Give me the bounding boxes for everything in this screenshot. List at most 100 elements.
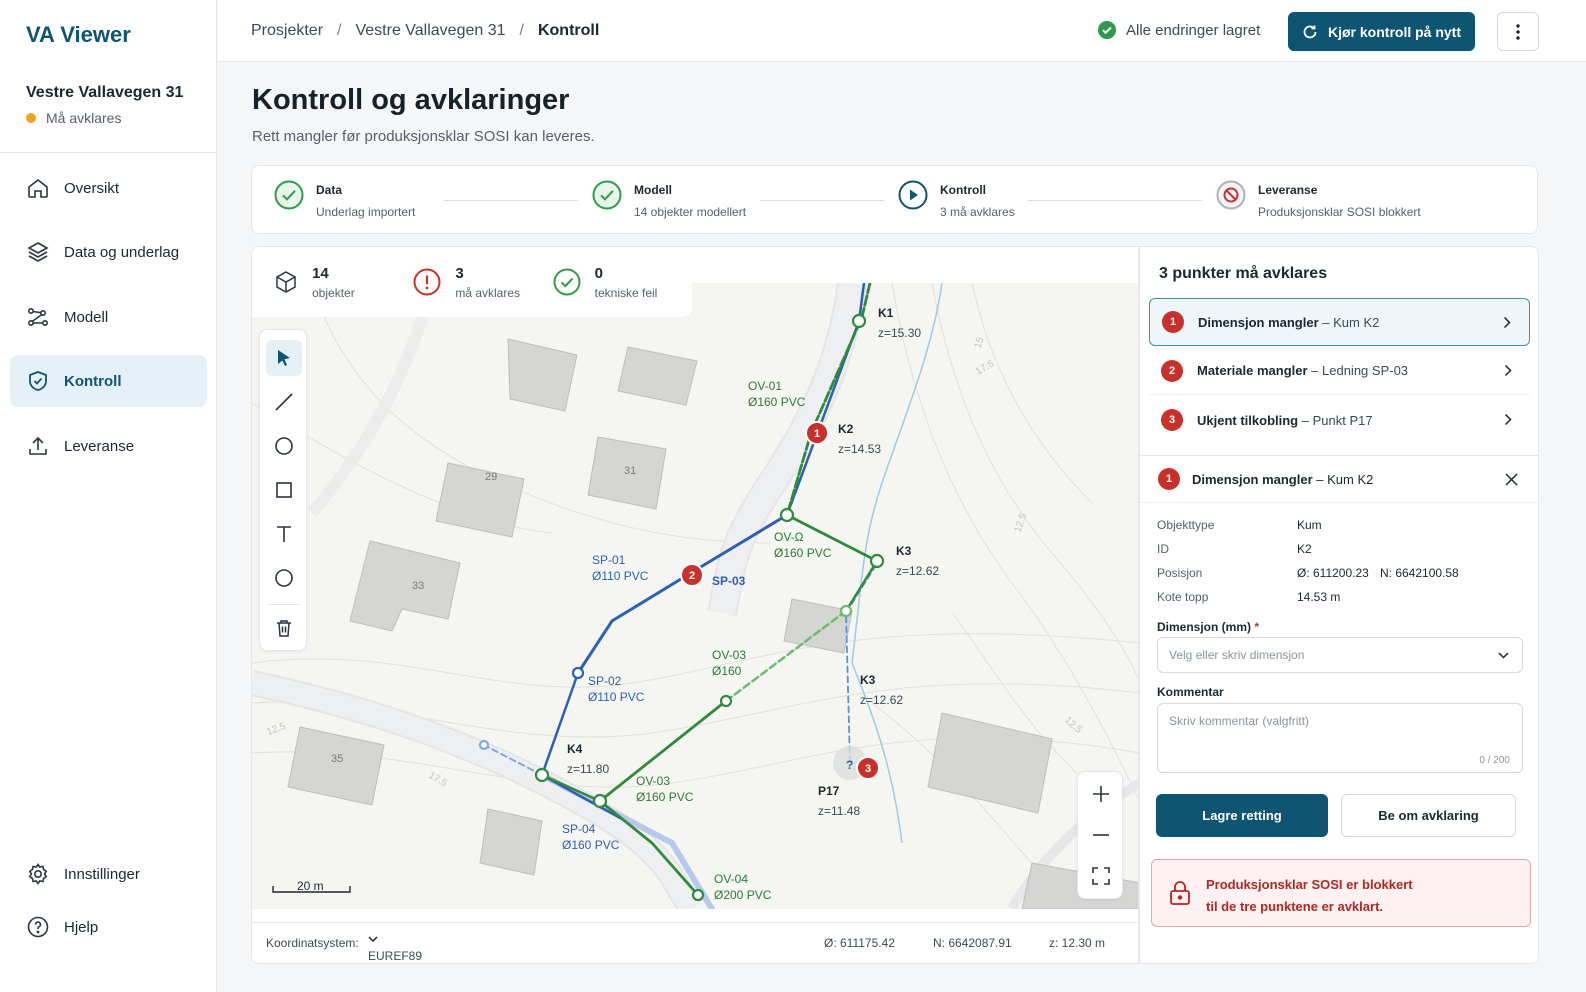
issue-item-3[interactable]: 3 Ukjent tilkobling – Punkt P17 xyxy=(1149,396,1530,444)
fullscreen-button[interactable] xyxy=(1078,856,1124,896)
comment-input[interactable]: Skriv kommentar (valgfritt) 0 / 200 xyxy=(1157,703,1523,773)
zoom-in-button[interactable] xyxy=(1078,774,1124,814)
nav-item-modell[interactable]: Modell xyxy=(10,291,207,343)
scale-label: 20 m xyxy=(297,879,324,893)
issue-marker-label: 1 xyxy=(814,428,820,440)
step-title: Kontroll xyxy=(940,183,986,197)
nav-item-hjelp[interactable]: Hjelp xyxy=(10,901,207,953)
node-k4[interactable] xyxy=(534,767,550,783)
alert-line-1: Produksjonsklar SOSI er blokkert xyxy=(1206,877,1413,892)
stat-label: tekniske feil xyxy=(594,285,658,300)
delete-tool[interactable] xyxy=(266,610,302,646)
dimension-label-text: Dimensjon (mm) xyxy=(1157,620,1252,634)
node-ov03[interactable] xyxy=(719,694,733,708)
detail-header: 1 Dimensjon mangler – Kum K2 xyxy=(1140,455,1538,503)
node-sp02[interactable] xyxy=(571,666,585,680)
breadcrumb: Prosjekter / Vestre Vallavegen 31 / Kont… xyxy=(251,22,599,40)
field-key: ID xyxy=(1157,542,1169,556)
node-ovq[interactable] xyxy=(779,507,795,523)
label-ov01: OV-01 xyxy=(748,379,782,393)
node-ov03b[interactable] xyxy=(592,793,608,809)
circle-icon xyxy=(275,437,293,455)
step-title: Modell xyxy=(634,183,672,197)
detail-title: Dimensjon mangler xyxy=(1192,471,1313,487)
home-icon xyxy=(28,178,48,198)
field-value: Ø: 611200.23 xyxy=(1297,566,1369,580)
contour-label: 17.5 xyxy=(427,770,450,789)
nav-item-leveranse[interactable]: Leveranse xyxy=(10,420,207,472)
issue-item-1[interactable]: 1 Dimensjon mangler – Kum K2 xyxy=(1149,298,1530,346)
project-status-label: Må avklares xyxy=(46,110,122,126)
crs-select[interactable]: EUREF89 / UTM sone 32 xyxy=(368,936,422,963)
nav-item-innstillinger[interactable]: Innstillinger xyxy=(10,848,207,900)
issue-marker-label: 2 xyxy=(689,570,695,582)
point-tool[interactable] xyxy=(266,560,302,596)
label-sp02d: Ø110 PVC xyxy=(588,690,645,704)
comment-placeholder: Skriv kommentar (valgfritt) xyxy=(1169,714,1310,728)
map-canvas[interactable]: 29 31 33 35 15 12.5 12.5 17.5 12.5 17.5 xyxy=(252,283,1138,909)
close-icon[interactable] xyxy=(1505,473,1518,486)
chevron-right-icon xyxy=(1503,316,1511,329)
rerun-check-button[interactable]: Kjør kontroll på nytt xyxy=(1288,12,1475,51)
select-tool[interactable] xyxy=(266,340,302,376)
field-key: Posisjon xyxy=(1157,566,1203,580)
step-sub: Underlag importert xyxy=(316,205,416,219)
app-logo[interactable]: VA Viewer xyxy=(26,22,131,48)
minus-icon xyxy=(1093,834,1109,836)
contour-label: 12.5 xyxy=(1062,715,1084,736)
nav-item-kontroll[interactable]: Kontroll xyxy=(10,355,207,407)
project-status: Må avklares xyxy=(26,110,183,126)
pointer-icon xyxy=(278,350,290,366)
label-k3: K3 xyxy=(896,544,912,558)
sidebar: VA Viewer Vestre Vallavegen 31 Må avklar… xyxy=(0,0,217,992)
node-k3[interactable] xyxy=(869,553,885,569)
request-clarification-button[interactable]: Be om avklaring xyxy=(1341,794,1516,837)
rectangle-tool[interactable] xyxy=(266,472,302,508)
label-k2: K2 xyxy=(838,422,854,436)
step-sub: 14 objekter modellert xyxy=(634,205,747,219)
line-tool[interactable] xyxy=(266,384,302,420)
issue-item-2[interactable]: 2 Materiale mangler – Ledning SP-03 xyxy=(1149,347,1530,395)
plus-icon xyxy=(1093,786,1109,802)
breadcrumb-item[interactable]: Vestre Vallavegen 31 xyxy=(355,22,505,40)
label-p17z: z=11.48 xyxy=(818,804,860,818)
zoom-controls xyxy=(1077,771,1123,899)
circle-tool[interactable] xyxy=(266,428,302,464)
nav-item-oversikt[interactable]: Oversikt xyxy=(10,162,207,214)
node-k3b[interactable] xyxy=(839,604,853,618)
step-leveranse: Leveranse Produksjonsklar SOSI blokkert xyxy=(1216,180,1421,219)
node-k1[interactable] xyxy=(851,313,867,329)
shield-check-icon xyxy=(29,371,47,391)
nav-item-data[interactable]: Data og underlag xyxy=(10,226,207,278)
step-kontroll: Kontroll 3 må avklares xyxy=(898,180,1015,219)
pipe-k3[interactable] xyxy=(844,559,879,613)
stat-errors: 0 tekniske feil xyxy=(553,265,692,300)
save-fix-button[interactable]: Lagre retting xyxy=(1156,794,1328,837)
check-circle-icon xyxy=(274,180,304,210)
pipe-sp02[interactable] xyxy=(540,671,580,777)
zoom-out-button[interactable] xyxy=(1078,815,1124,855)
label-k4z: z=11.80 xyxy=(567,762,609,776)
save-status: Alle endringer lagret xyxy=(1098,21,1260,39)
dimension-label: Dimensjon (mm) * xyxy=(1157,620,1259,634)
check-circle-icon xyxy=(1098,21,1116,39)
contour-label: 12.5 xyxy=(1012,512,1029,534)
stat-objects: 14 objekter xyxy=(274,265,413,300)
text-tool[interactable] xyxy=(266,516,302,552)
pipe-sp01b[interactable] xyxy=(576,569,696,675)
dimension-select[interactable]: Velg eller skriv dimensjon xyxy=(1157,637,1523,673)
char-counter: 0 / 200 xyxy=(1479,755,1510,766)
text-icon xyxy=(277,526,291,542)
chevron-down-icon xyxy=(368,936,378,942)
issue-badge: 2 xyxy=(1161,359,1183,382)
breadcrumb-item[interactable]: Prosjekter xyxy=(251,22,323,40)
pipe-p17[interactable] xyxy=(845,564,877,764)
blocked-icon xyxy=(1216,180,1246,210)
required-mark: * xyxy=(1254,620,1260,634)
node-stub[interactable] xyxy=(478,739,490,751)
more-menu-button[interactable] xyxy=(1497,12,1539,51)
map-svg: 29 31 33 35 15 12.5 12.5 17.5 12.5 17.5 xyxy=(252,283,1138,909)
contour-label: 12.5 xyxy=(265,721,287,738)
node-ov04[interactable] xyxy=(691,888,705,902)
line-icon xyxy=(275,393,293,411)
